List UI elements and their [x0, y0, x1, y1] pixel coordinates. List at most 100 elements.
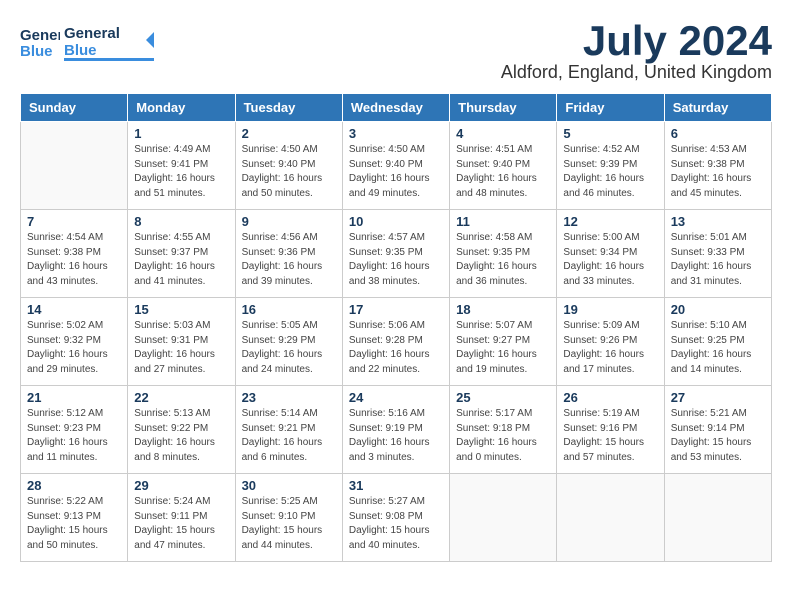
day-number: 10	[349, 214, 443, 229]
day-info: Sunrise: 5:00 AM Sunset: 9:34 PM Dayligh…	[563, 231, 657, 289]
calendar-header-row: Sunday Monday Tuesday Wednesday Thursday…	[21, 94, 772, 122]
day-number: 29	[134, 478, 228, 493]
day-number: 17	[349, 302, 443, 317]
day-info: Sunrise: 4:54 AM Sunset: 9:38 PM Dayligh…	[27, 231, 121, 289]
calendar-cell: 22 Sunrise: 5:13 AM Sunset: 9:22 PM Dayli…	[128, 386, 235, 474]
day-info: Sunrise: 4:49 AM Sunset: 9:41 PM Dayligh…	[134, 143, 228, 201]
day-info: Sunrise: 4:56 AM Sunset: 9:36 PM Dayligh…	[242, 231, 336, 289]
day-number: 28	[27, 478, 121, 493]
day-number: 1	[134, 126, 228, 141]
calendar-cell: 15 Sunrise: 5:03 AM Sunset: 9:31 PM Dayli…	[128, 298, 235, 386]
day-number: 21	[27, 390, 121, 405]
svg-text:Blue: Blue	[20, 43, 53, 60]
calendar-cell: 13 Sunrise: 5:01 AM Sunset: 9:33 PM Dayli…	[664, 210, 771, 298]
calendar-cell: 9 Sunrise: 4:56 AM Sunset: 9:36 PM Daylig…	[235, 210, 342, 298]
col-saturday: Saturday	[664, 94, 771, 122]
page-header: General Blue General Blue July 2024 Aldf…	[20, 20, 772, 83]
day-info: Sunrise: 5:25 AM Sunset: 9:10 PM Dayligh…	[242, 495, 336, 553]
day-number: 22	[134, 390, 228, 405]
day-info: Sunrise: 5:12 AM Sunset: 9:23 PM Dayligh…	[27, 407, 121, 465]
day-number: 26	[563, 390, 657, 405]
calendar-table: Sunday Monday Tuesday Wednesday Thursday…	[20, 93, 772, 562]
calendar-cell: 18 Sunrise: 5:07 AM Sunset: 9:27 PM Dayli…	[450, 298, 557, 386]
day-info: Sunrise: 5:07 AM Sunset: 9:27 PM Dayligh…	[456, 319, 550, 377]
col-thursday: Thursday	[450, 94, 557, 122]
day-info: Sunrise: 5:02 AM Sunset: 9:32 PM Dayligh…	[27, 319, 121, 377]
day-info: Sunrise: 5:16 AM Sunset: 9:19 PM Dayligh…	[349, 407, 443, 465]
day-number: 2	[242, 126, 336, 141]
calendar-cell: 14 Sunrise: 5:02 AM Sunset: 9:32 PM Dayli…	[21, 298, 128, 386]
calendar-cell: 10Sunrise: 4:57 AM Sunset: 9:35 PM Dayli…	[342, 210, 449, 298]
calendar-cell: 30Sunrise: 5:25 AM Sunset: 9:10 PM Dayli…	[235, 474, 342, 562]
day-info: Sunrise: 5:24 AM Sunset: 9:11 PM Dayligh…	[134, 495, 228, 553]
day-info: Sunrise: 5:06 AM Sunset: 9:28 PM Dayligh…	[349, 319, 443, 377]
svg-text:General: General	[64, 25, 120, 42]
col-monday: Monday	[128, 94, 235, 122]
calendar-cell: 8Sunrise: 4:55 AM Sunset: 9:37 PM Daylig…	[128, 210, 235, 298]
calendar-cell: 23 Sunrise: 5:14 AM Sunset: 9:21 PM Dayli…	[235, 386, 342, 474]
day-number: 8	[134, 214, 228, 229]
day-number: 13	[671, 214, 765, 229]
day-info: Sunrise: 5:14 AM Sunset: 9:21 PM Dayligh…	[242, 407, 336, 465]
day-number: 25	[456, 390, 550, 405]
day-info: Sunrise: 5:17 AM Sunset: 9:18 PM Dayligh…	[456, 407, 550, 465]
title-area: July 2024 Aldford, England, United Kingd…	[501, 20, 772, 83]
calendar-cell: 6Sunrise: 4:53 AM Sunset: 9:38 PM Daylig…	[664, 122, 771, 210]
day-info: Sunrise: 5:09 AM Sunset: 9:26 PM Dayligh…	[563, 319, 657, 377]
day-info: Sunrise: 5:27 AM Sunset: 9:08 PM Dayligh…	[349, 495, 443, 553]
calendar-cell: 17 Sunrise: 5:06 AM Sunset: 9:28 PM Dayli…	[342, 298, 449, 386]
calendar-cell: 20Sunrise: 5:10 AM Sunset: 9:25 PM Dayli…	[664, 298, 771, 386]
day-number: 31	[349, 478, 443, 493]
calendar-cell: 27 Sunrise: 5:21 AM Sunset: 9:14 PM Dayli…	[664, 386, 771, 474]
col-friday: Friday	[557, 94, 664, 122]
day-info: Sunrise: 4:50 AM Sunset: 9:40 PM Dayligh…	[242, 143, 336, 201]
calendar-cell: 16Sunrise: 5:05 AM Sunset: 9:29 PM Dayli…	[235, 298, 342, 386]
calendar-cell	[557, 474, 664, 562]
day-number: 23	[242, 390, 336, 405]
day-number: 7	[27, 214, 121, 229]
calendar-cell: 21 Sunrise: 5:12 AM Sunset: 9:23 PM Dayli…	[21, 386, 128, 474]
logo: General Blue General Blue	[20, 20, 154, 64]
day-info: Sunrise: 5:01 AM Sunset: 9:33 PM Dayligh…	[671, 231, 765, 289]
day-info: Sunrise: 5:05 AM Sunset: 9:29 PM Dayligh…	[242, 319, 336, 377]
day-number: 4	[456, 126, 550, 141]
logo-svg: General Blue	[64, 20, 154, 64]
day-number: 12	[563, 214, 657, 229]
day-info: Sunrise: 5:19 AM Sunset: 9:16 PM Dayligh…	[563, 407, 657, 465]
calendar-cell: 26 Sunrise: 5:19 AM Sunset: 9:16 PM Dayli…	[557, 386, 664, 474]
day-number: 6	[671, 126, 765, 141]
calendar-cell: 5 Sunrise: 4:52 AM Sunset: 9:39 PM Daylig…	[557, 122, 664, 210]
calendar-cell: 7 Sunrise: 4:54 AM Sunset: 9:38 PM Daylig…	[21, 210, 128, 298]
day-info: Sunrise: 5:13 AM Sunset: 9:22 PM Dayligh…	[134, 407, 228, 465]
day-info: Sunrise: 5:21 AM Sunset: 9:14 PM Dayligh…	[671, 407, 765, 465]
day-info: Sunrise: 4:52 AM Sunset: 9:39 PM Dayligh…	[563, 143, 657, 201]
day-info: Sunrise: 5:10 AM Sunset: 9:25 PM Dayligh…	[671, 319, 765, 377]
day-number: 5	[563, 126, 657, 141]
day-number: 11	[456, 214, 550, 229]
day-number: 15	[134, 302, 228, 317]
day-info: Sunrise: 5:03 AM Sunset: 9:31 PM Dayligh…	[134, 319, 228, 377]
svg-text:Blue: Blue	[64, 42, 97, 59]
location: Aldford, England, United Kingdom	[501, 62, 772, 83]
calendar-cell: 19Sunrise: 5:09 AM Sunset: 9:26 PM Dayli…	[557, 298, 664, 386]
calendar-cell: 2 Sunrise: 4:50 AM Sunset: 9:40 PM Daylig…	[235, 122, 342, 210]
day-number: 3	[349, 126, 443, 141]
calendar-cell: 25 Sunrise: 5:17 AM Sunset: 9:18 PM Dayli…	[450, 386, 557, 474]
day-number: 24	[349, 390, 443, 405]
calendar-week-row: 21 Sunrise: 5:12 AM Sunset: 9:23 PM Dayli…	[21, 386, 772, 474]
calendar-week-row: 7 Sunrise: 4:54 AM Sunset: 9:38 PM Daylig…	[21, 210, 772, 298]
calendar-cell	[21, 122, 128, 210]
day-info: Sunrise: 4:50 AM Sunset: 9:40 PM Dayligh…	[349, 143, 443, 201]
calendar-cell: 11Sunrise: 4:58 AM Sunset: 9:35 PM Dayli…	[450, 210, 557, 298]
calendar-week-row: 1 Sunrise: 4:49 AM Sunset: 9:41 PM Daylig…	[21, 122, 772, 210]
day-number: 18	[456, 302, 550, 317]
calendar-cell: 1 Sunrise: 4:49 AM Sunset: 9:41 PM Daylig…	[128, 122, 235, 210]
day-number: 27	[671, 390, 765, 405]
calendar-week-row: 14 Sunrise: 5:02 AM Sunset: 9:32 PM Dayli…	[21, 298, 772, 386]
day-info: Sunrise: 4:51 AM Sunset: 9:40 PM Dayligh…	[456, 143, 550, 201]
col-wednesday: Wednesday	[342, 94, 449, 122]
day-number: 14	[27, 302, 121, 317]
calendar-cell: 4 Sunrise: 4:51 AM Sunset: 9:40 PM Daylig…	[450, 122, 557, 210]
day-number: 9	[242, 214, 336, 229]
col-tuesday: Tuesday	[235, 94, 342, 122]
